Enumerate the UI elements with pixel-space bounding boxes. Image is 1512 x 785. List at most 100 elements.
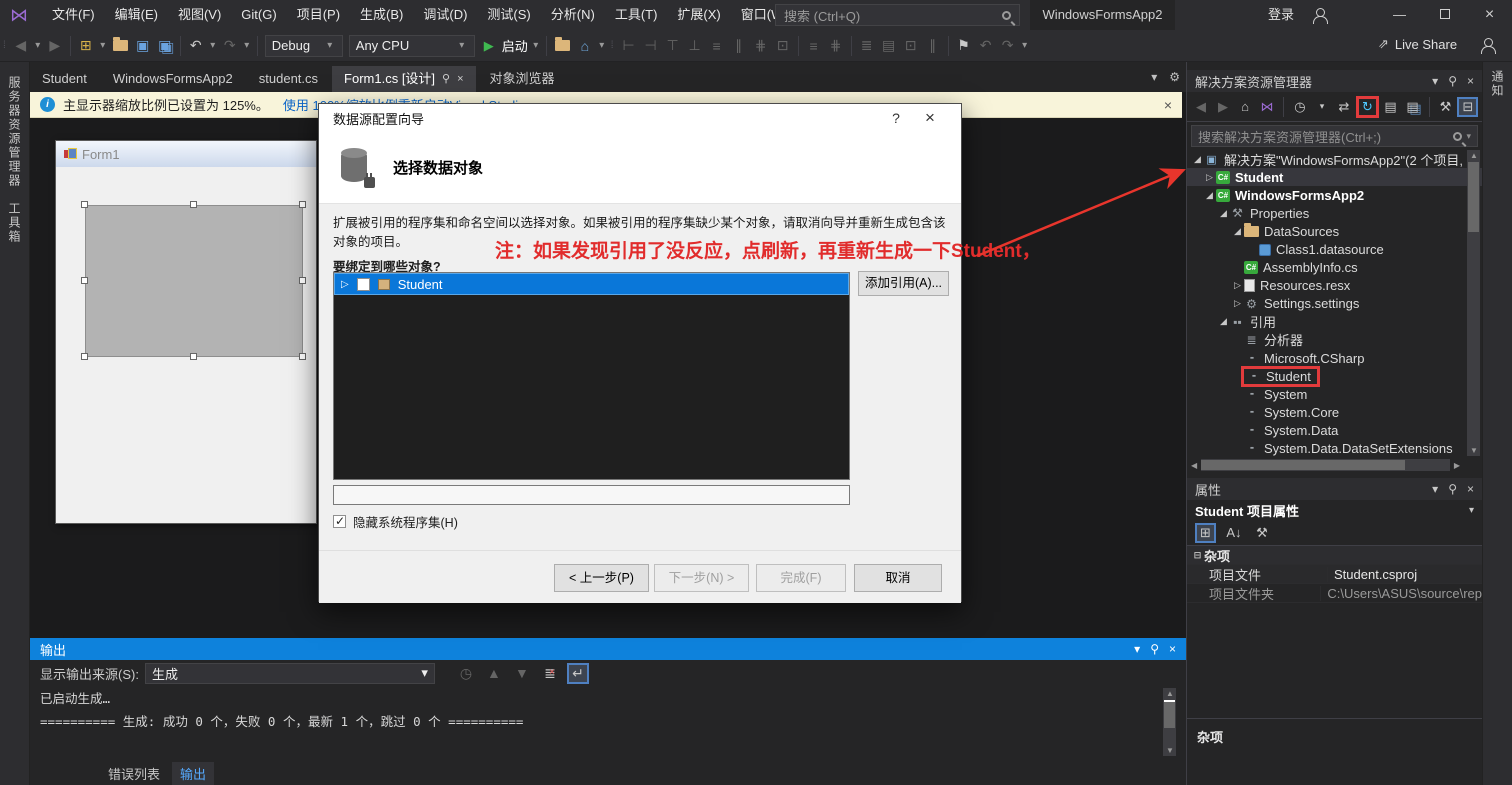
resize-handle[interactable]	[299, 353, 306, 360]
align-middles-icon[interactable]: ≡	[706, 36, 728, 56]
window-position-dropdown-icon[interactable]: ▾	[1432, 74, 1438, 88]
pending-changes-filter-icon[interactable]: ◷	[1290, 99, 1310, 115]
server-explorer-vertical-tab[interactable]: 服务器资源管理器	[6, 76, 23, 188]
output-source-dropdown[interactable]: 生成 ▾	[144, 662, 435, 684]
navigate-back-icon[interactable]: ◀	[10, 35, 32, 56]
menu-project[interactable]: 项目(P)	[287, 0, 350, 30]
output-title-bar[interactable]: 输出 ▾ ⚲ ×	[30, 638, 1186, 660]
make-same-width-icon[interactable]: ∥	[728, 35, 750, 56]
new-item-dropdown-icon[interactable]: ▾	[97, 38, 109, 53]
tree-item-windowsformsapp2-project[interactable]: ◢ C# WindowsFormsApp2	[1187, 186, 1482, 204]
bookmark-icon[interactable]: ⚑	[953, 35, 975, 56]
next-button[interactable]: 下一步(N) >	[654, 564, 749, 592]
tab-form1-designer[interactable]: Form1.cs [设计] ⚲ ×	[332, 66, 476, 92]
home-icon[interactable]: ⌂	[1235, 99, 1255, 114]
tree-item-student-selected[interactable]: ▷ Student	[334, 273, 849, 295]
close-panel-icon[interactable]: ×	[1467, 74, 1474, 88]
new-file-icon[interactable]: ▤	[878, 35, 900, 56]
feedback-button[interactable]	[1480, 38, 1496, 55]
new-project-icon[interactable]: ⊞	[75, 35, 97, 56]
resize-handle[interactable]	[190, 353, 197, 360]
tree-item-assemblyinfo[interactable]: C# AssemblyInfo.cs	[1187, 259, 1482, 277]
property-row-project-folder[interactable]: 项目文件夹 C:\Users\ASUS\source\rep	[1187, 584, 1482, 603]
save-all-icon[interactable]: ▣	[154, 35, 176, 56]
properties-category-row[interactable]: ⊟ 杂项	[1187, 546, 1482, 565]
tab-windowsformsapp2[interactable]: WindowsFormsApp2	[101, 66, 245, 92]
property-pages-icon[interactable]: ⚒	[1252, 525, 1272, 541]
redo-dropdown-icon[interactable]: ▾	[241, 38, 253, 53]
close-button[interactable]: ×	[1467, 0, 1512, 30]
tab-output[interactable]: 输出	[172, 762, 215, 785]
expand-arrow-icon[interactable]: ◢	[1191, 154, 1204, 165]
tree-item-analyzers[interactable]: ≣ 分析器	[1187, 331, 1482, 349]
live-share-button[interactable]: ⇗ Live Share	[1378, 36, 1457, 52]
forward-icon[interactable]: ▶	[1213, 99, 1233, 115]
restore-button[interactable]	[1422, 0, 1467, 30]
resize-handle[interactable]	[81, 277, 88, 284]
expand-arrow-icon[interactable]: ▷	[1203, 172, 1216, 183]
tree-item-student-project[interactable]: ▷ C# Student	[1187, 168, 1482, 187]
next-bookmark-icon[interactable]: ↷	[997, 35, 1019, 56]
previous-message-icon[interactable]: ▲	[483, 663, 505, 683]
align-bottoms-icon[interactable]: ⊥	[684, 35, 706, 56]
alphabetical-icon[interactable]: A↓	[1224, 525, 1244, 540]
bookmark-dropdown-icon[interactable]: ▾	[1019, 38, 1031, 53]
toolbar-grip[interactable]: ⁞	[611, 40, 615, 51]
finish-button[interactable]: 完成(F)	[756, 564, 846, 592]
window-position-dropdown-icon[interactable]: ▾	[1432, 482, 1438, 496]
quick-search-input[interactable]: 搜索 (Ctrl+Q)	[775, 4, 1020, 26]
pin-icon[interactable]: ⚲	[1448, 482, 1457, 496]
word-wrap-icon[interactable]: ↵	[566, 662, 589, 684]
make-horizontal-spacing-equal-icon[interactable]: ⋕	[750, 35, 772, 56]
expand-arrow-icon[interactable]: ◢	[1217, 208, 1230, 219]
open-folder-icon[interactable]	[112, 37, 128, 51]
menu-tools[interactable]: 工具(T)	[605, 0, 668, 30]
categorized-icon[interactable]: ⊞	[1195, 522, 1216, 543]
close-panel-icon[interactable]: ×	[1169, 642, 1176, 656]
tab-overflow-dropdown-icon[interactable]: ▾	[1151, 70, 1157, 84]
properties-title-bar[interactable]: 属性 ▾ ⚲ ×	[1187, 478, 1482, 500]
previous-bookmark-icon[interactable]: ↶	[975, 35, 997, 56]
undo-dropdown-icon[interactable]: ▾	[207, 38, 219, 53]
code-window-icon[interactable]: ⌂	[574, 36, 596, 56]
comment-icon[interactable]: ∥	[922, 35, 944, 56]
back-icon[interactable]: ◀	[1191, 99, 1211, 115]
document-outline-icon[interactable]: ≣	[856, 35, 878, 56]
pin-icon[interactable]: ⚲	[1448, 74, 1457, 88]
solution-explorer-search-input[interactable]: 搜索解决方案资源管理器(Ctrl+;) ▾	[1191, 125, 1478, 147]
sync-with-active-document-icon[interactable]: ⋈	[1257, 99, 1277, 115]
notifications-vertical-tab[interactable]: 通知	[1489, 70, 1506, 98]
tree-item-properties[interactable]: ◢ ⚒ Properties	[1187, 204, 1482, 222]
scroll-up-icon[interactable]: ▲	[1166, 689, 1174, 698]
make-same-size-icon[interactable]: ⊡	[772, 35, 794, 56]
show-all-files-icon[interactable]: ▤	[1381, 99, 1401, 115]
menu-file[interactable]: 文件(F)	[42, 0, 105, 30]
output-scroll-thumb[interactable]	[1164, 700, 1175, 728]
next-message-icon[interactable]: ▼	[511, 663, 533, 683]
tree-item-datasources[interactable]: ◢ DataSources	[1187, 222, 1482, 240]
resize-handle[interactable]	[81, 353, 88, 360]
menu-edit[interactable]: 编辑(E)	[105, 0, 168, 30]
tree-item-system[interactable]: ▪▪ System	[1187, 385, 1482, 403]
menu-extensions[interactable]: 扩展(X)	[667, 0, 730, 30]
properties-icon[interactable]: ⚒	[1435, 99, 1455, 115]
tree-item-system-core[interactable]: ▪▪ System.Core	[1187, 403, 1482, 421]
resize-handle[interactable]	[81, 201, 88, 208]
properties-object-selector[interactable]: Student 项目属性 ▾	[1187, 500, 1482, 520]
window-position-dropdown-icon[interactable]: ▾	[1134, 642, 1140, 656]
order-icons[interactable]: ⋕	[825, 35, 847, 56]
tab-student[interactable]: Student	[30, 66, 99, 92]
navigate-forward-icon[interactable]: ▶	[44, 35, 66, 56]
tab-student-cs[interactable]: student.cs	[247, 66, 330, 92]
solution-explorer-title-bar[interactable]: 解决方案资源管理器 ▾ ⚲ ×	[1187, 70, 1482, 92]
resize-handle[interactable]	[299, 277, 306, 284]
hide-system-assemblies-checkbox[interactable]	[333, 514, 346, 528]
resize-handle[interactable]	[299, 201, 306, 208]
help-icon[interactable]: ?	[879, 110, 913, 126]
user-account-icon[interactable]	[1312, 8, 1328, 24]
scroll-left-icon[interactable]: ◀	[1191, 461, 1197, 470]
navigate-back-dropdown-icon[interactable]: ▾	[32, 38, 44, 53]
expand-arrow-icon[interactable]: ▷	[1231, 280, 1244, 291]
hide-system-assemblies-row[interactable]: 隐藏系统程序集(H)	[333, 512, 458, 531]
align-lefts-icon[interactable]: ⊢	[618, 35, 640, 56]
